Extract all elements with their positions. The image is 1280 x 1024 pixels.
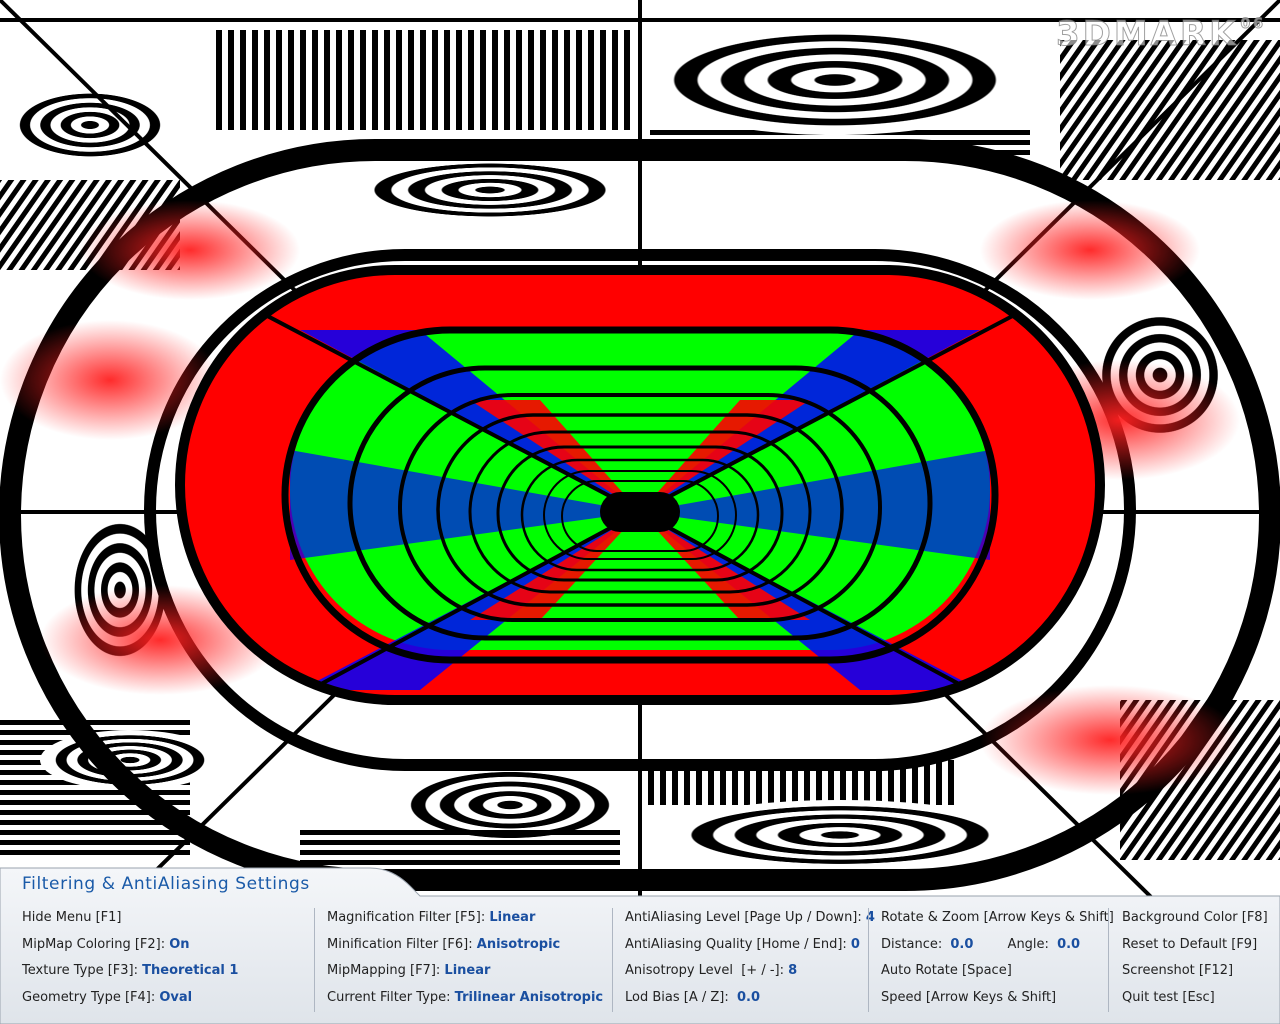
- texture-type-item[interactable]: Texture Type [F3]: Theoretical 1: [22, 961, 238, 988]
- auto-rotate-item[interactable]: Auto Rotate [Space]: [881, 961, 1114, 988]
- background-color-item[interactable]: Background Color [F8]: [1122, 908, 1268, 935]
- column-divider: [868, 908, 869, 1012]
- current-filter-type-item: Current Filter Type: Trilinear Anisotrop…: [327, 989, 604, 1005]
- column-divider: [612, 908, 613, 1012]
- settings-column-camera: Rotate & Zoom [Arrow Keys & Shift] Dista…: [881, 908, 1114, 1014]
- filtering-test-scene: [0, 0, 1280, 1024]
- current-filter-type-value: Trilinear Anisotropic: [454, 989, 604, 1005]
- panel-title: Filtering & AntiAliasing Settings: [22, 874, 310, 894]
- distance-angle-row: Distance: 0.0 Angle: 0.0: [881, 935, 1114, 962]
- lod-bias-value: 0.0: [737, 989, 761, 1005]
- distance-label: Distance:: [881, 936, 943, 952]
- distance-value: 0.0: [950, 936, 974, 952]
- magnification-filter-value: Linear: [489, 910, 536, 925]
- rotate-zoom-item[interactable]: Rotate & Zoom [Arrow Keys & Shift]: [881, 908, 1114, 935]
- antialiasing-quality-value: 0: [850, 936, 860, 952]
- angle-value: 0.0: [1057, 936, 1081, 952]
- mipmap-coloring-item[interactable]: MipMap Coloring [F2]: On: [22, 935, 238, 962]
- anisotropy-level-item[interactable]: Anisotropy Level [+ / -]: 8: [625, 961, 875, 988]
- screenshot-item[interactable]: Screenshot [F12]: [1122, 961, 1268, 988]
- reset-default-item[interactable]: Reset to Default [F9]: [1122, 935, 1268, 962]
- minification-filter-value: Anisotropic: [476, 936, 561, 952]
- antialiasing-quality-item[interactable]: AntiAliasing Quality [Home / End]: 0: [625, 935, 875, 962]
- texture-type-value: Theoretical 1: [142, 963, 239, 979]
- hide-menu-item[interactable]: Hide Menu [F1]: [22, 908, 238, 935]
- settings-column-actions: Background Color [F8] Reset to Default […: [1122, 908, 1268, 1014]
- column-divider: [1108, 908, 1109, 1012]
- geometry-type-value: Oval: [159, 989, 193, 1005]
- magnification-filter-item[interactable]: Magnification Filter [F5]: Linear: [327, 908, 603, 935]
- quit-test-item[interactable]: Quit test [Esc]: [1122, 988, 1268, 1015]
- 3dmark-logo: 3DMARK 06: [1055, 14, 1266, 55]
- anisotropy-level-value: 8: [788, 963, 798, 979]
- lod-bias-item[interactable]: Lod Bias [A / Z]: 0.0: [625, 988, 875, 1015]
- angle-label: Angle:: [1007, 936, 1049, 952]
- mipmap-coloring-value: On: [169, 936, 190, 952]
- antialiasing-level-item[interactable]: AntiAliasing Level [Page Up / Down]: 4: [625, 908, 875, 935]
- geometry-type-item[interactable]: Geometry Type [F4]: Oval: [22, 988, 238, 1015]
- settings-column-antialiasing: AntiAliasing Level [Page Up / Down]: 4 A…: [625, 908, 875, 1014]
- minification-filter-item[interactable]: Minification Filter [F6]: Anisotropic: [327, 935, 603, 962]
- settings-column-filters: Magnification Filter [F5]: Linear Minifi…: [327, 908, 603, 1014]
- speed-item[interactable]: Speed [Arrow Keys & Shift]: [881, 988, 1114, 1015]
- settings-column-general: Hide Menu [F1] MipMap Coloring [F2]: On …: [22, 908, 238, 1014]
- mipmapping-item[interactable]: MipMapping [F7]: Linear: [327, 961, 603, 988]
- mipmapping-value: Linear: [444, 963, 491, 979]
- column-divider: [314, 908, 315, 1012]
